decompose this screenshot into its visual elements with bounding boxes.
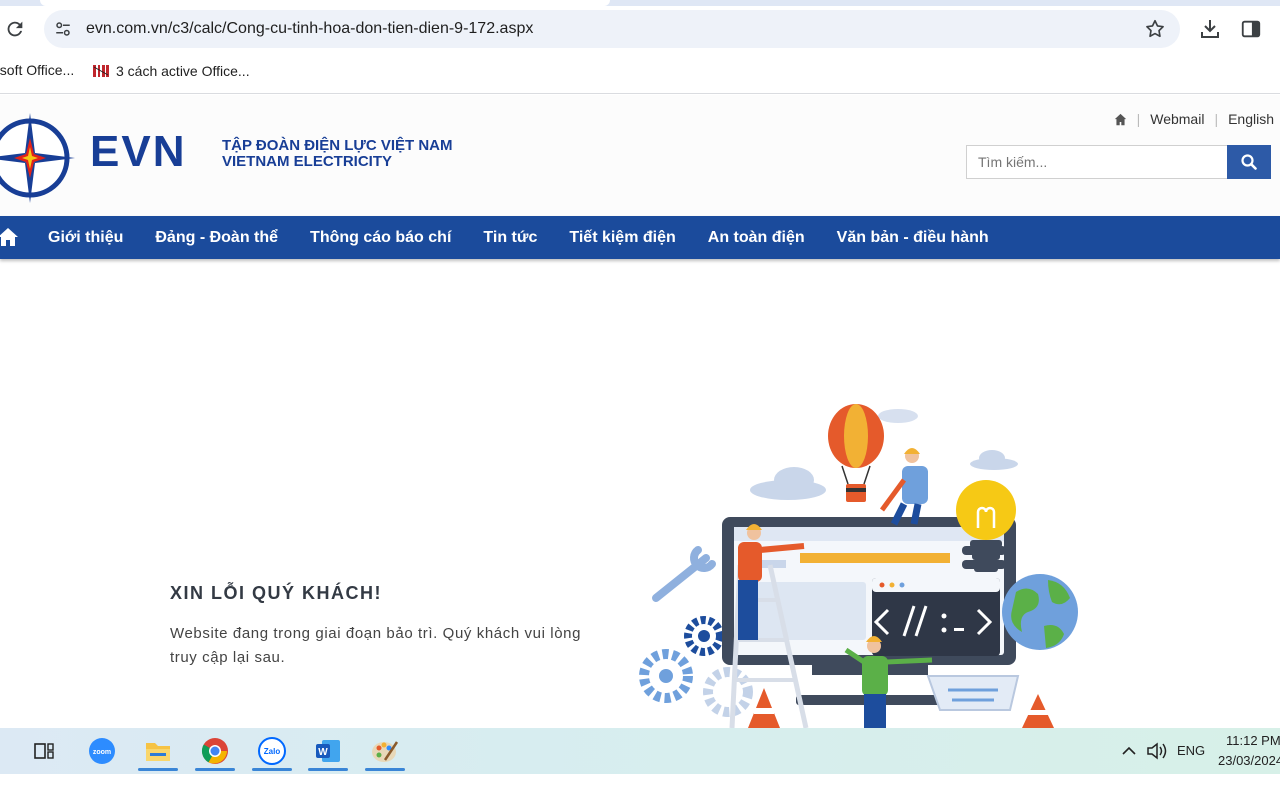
bookmark-favicon-icon bbox=[92, 62, 110, 80]
volume-icon[interactable] bbox=[1146, 741, 1168, 761]
nav-item-thong-cao-bao-chi[interactable]: Thông cáo báo chí bbox=[294, 229, 467, 247]
paint-icon bbox=[372, 741, 399, 762]
divider: | bbox=[1136, 111, 1141, 127]
zoom-icon: zoom bbox=[89, 738, 115, 764]
nav-item-gioi-thieu[interactable]: Giới thiệu bbox=[32, 229, 139, 247]
taskbar-app[interactable] bbox=[361, 731, 409, 771]
language-indicator[interactable]: ENG bbox=[1177, 743, 1205, 758]
taskbar-app[interactable] bbox=[20, 731, 68, 771]
page-title: XIN LỖI QUÝ KHÁCH! bbox=[170, 583, 383, 603]
svg-text:Zalo: Zalo bbox=[264, 747, 281, 756]
taskbar-app[interactable]: zoom bbox=[78, 731, 126, 771]
chrome-icon bbox=[201, 738, 228, 764]
bookmark-item[interactable]: 3 cách active Office... bbox=[92, 62, 250, 80]
screen-bottom-area bbox=[0, 774, 1280, 807]
taskbar-app[interactable]: W bbox=[304, 731, 352, 771]
nav-item-tin-tuc[interactable]: Tin tức bbox=[467, 229, 553, 247]
chevron-up-icon[interactable] bbox=[1120, 742, 1138, 760]
nav-item-van-ban-dieu-hanh[interactable]: Văn bản - điều hành bbox=[821, 229, 1005, 247]
word-icon: W bbox=[316, 740, 340, 762]
clock-date[interactable]: 23/03/2024 bbox=[1218, 753, 1280, 768]
browser-toolbar: evn.com.vn/c3/calc/Cong-cu-tinh-hoa-don-… bbox=[0, 6, 1280, 52]
bookmark-item[interactable]: osoft Office... bbox=[0, 62, 74, 78]
svg-text:zoom: zoom bbox=[93, 749, 111, 756]
taskbar-app[interactable] bbox=[134, 731, 182, 771]
nav-item-dang-doan-the[interactable]: Đảng - Đoàn thể bbox=[139, 229, 294, 247]
divider: | bbox=[1214, 111, 1219, 127]
download-icon[interactable] bbox=[1198, 17, 1222, 41]
windows-taskbar: zoom Zalo W ENG 11:12 PM 23/03/2024 bbox=[0, 728, 1280, 774]
search-icon bbox=[1241, 154, 1257, 170]
site-header: EVN TẬP ĐOÀN ĐIỆN LỰC VIỆT NAM VIETNAM E… bbox=[0, 95, 1280, 216]
svg-text:W: W bbox=[318, 747, 328, 758]
english-link[interactable]: English bbox=[1228, 111, 1274, 127]
url-text[interactable]: evn.com.vn/c3/calc/Cong-cu-tinh-hoa-don-… bbox=[86, 20, 533, 38]
maintenance-message: Website đang trong giai đoạn bảo trì. Qu… bbox=[170, 625, 582, 666]
org-name-en: VIETNAM ELECTRICITY bbox=[222, 153, 393, 170]
nav-item-tiet-kiem-dien[interactable]: Tiết kiệm điện bbox=[553, 229, 691, 247]
top-links: | Webmail | English bbox=[1114, 111, 1274, 127]
evn-logo-icon[interactable] bbox=[0, 103, 80, 203]
taskbar-app[interactable] bbox=[191, 731, 239, 771]
webmail-link[interactable]: Webmail bbox=[1150, 111, 1204, 127]
maintenance-illustration bbox=[639, 404, 1078, 728]
side-panel-icon[interactable] bbox=[1240, 18, 1262, 40]
search-input[interactable] bbox=[966, 145, 1228, 179]
bookmarks-bar: osoft Office... 3 cách active Office... bbox=[0, 52, 1280, 94]
nav-home-icon[interactable] bbox=[0, 227, 18, 247]
bookmark-star-icon[interactable] bbox=[1144, 18, 1166, 40]
address-bar[interactable]: evn.com.vn/c3/calc/Cong-cu-tinh-hoa-don-… bbox=[44, 10, 1180, 48]
evn-logo-text[interactable]: EVN bbox=[90, 128, 186, 176]
main-nav: Giới thiệu Đảng - Đoàn thể Thông cáo báo… bbox=[0, 216, 1280, 259]
taskbar-app[interactable]: Zalo bbox=[248, 731, 296, 771]
task-view-icon bbox=[34, 743, 54, 759]
file-explorer-icon bbox=[146, 743, 170, 761]
search-button[interactable] bbox=[1227, 145, 1271, 179]
reload-icon[interactable] bbox=[4, 18, 26, 40]
site-info-icon[interactable] bbox=[54, 20, 72, 38]
bookmark-label: 3 cách active Office... bbox=[116, 63, 250, 79]
clock-time[interactable]: 11:12 PM bbox=[1226, 733, 1280, 748]
zalo-icon: Zalo bbox=[258, 737, 286, 765]
home-icon[interactable] bbox=[1114, 113, 1127, 126]
nav-item-an-toan-dien[interactable]: An toàn điện bbox=[692, 229, 821, 247]
org-name-vi: TẬP ĐOÀN ĐIỆN LỰC VIỆT NAM bbox=[222, 137, 453, 154]
